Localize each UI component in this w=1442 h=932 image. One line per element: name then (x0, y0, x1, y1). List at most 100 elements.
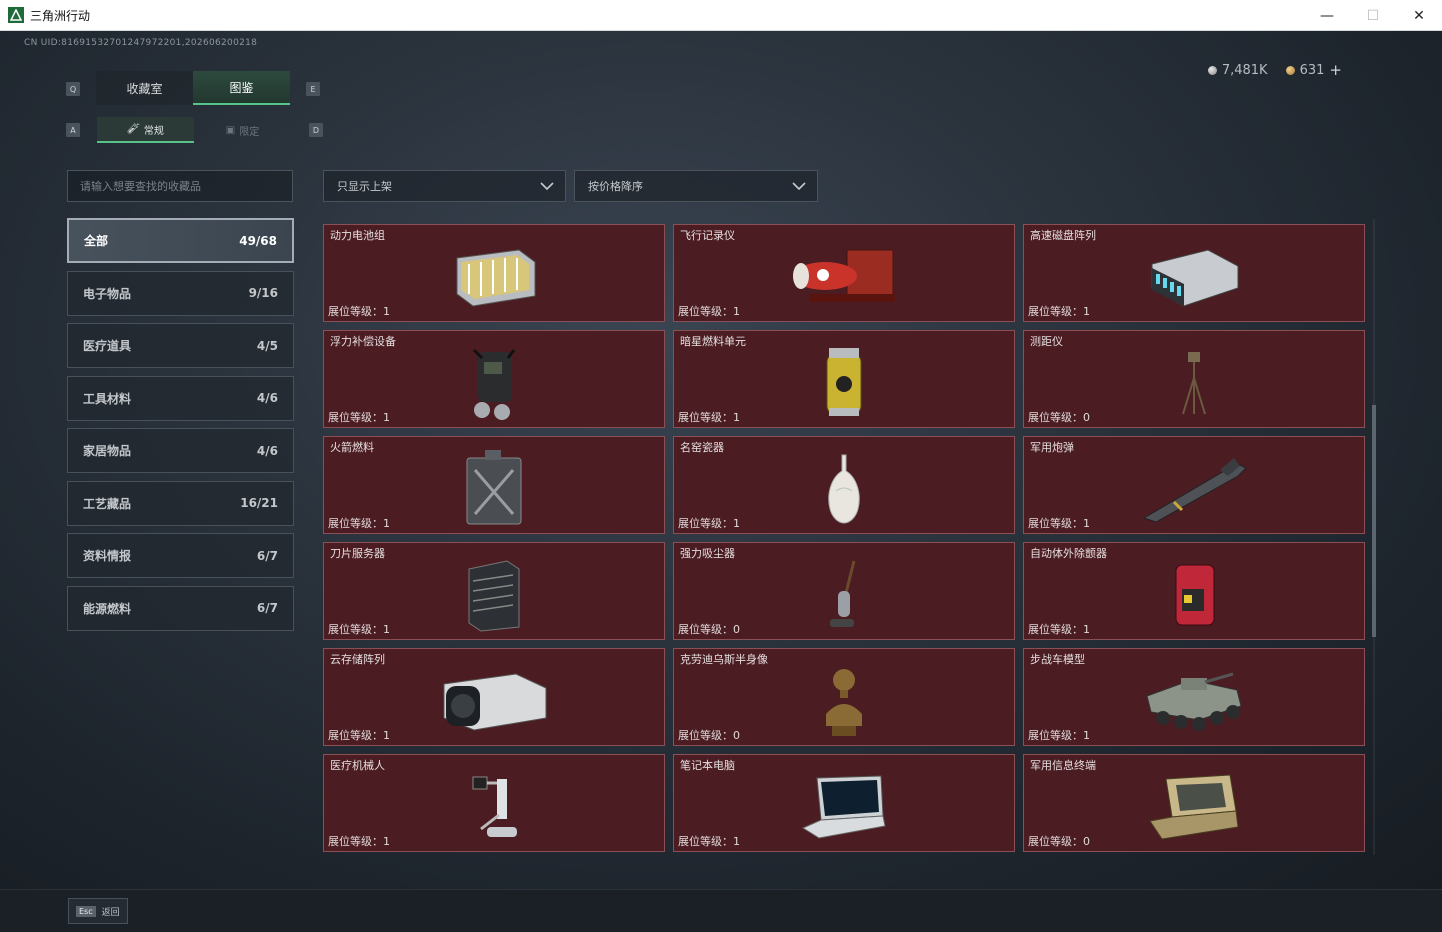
category-count: 49/68 (239, 233, 277, 248)
flask-icon: 🧪︎ (127, 123, 140, 135)
blade-server-icon (434, 555, 554, 635)
booth-level: 展位等级：1 (328, 729, 390, 742)
search-input[interactable]: 请输入想要查找的收藏品 (67, 170, 293, 202)
collectible-name: 火箭燃料 (330, 441, 374, 454)
collectible-card[interactable]: 自动体外除颤器 展位等级：1 (1023, 542, 1365, 640)
close-button[interactable]: ✕ (1396, 0, 1442, 31)
category-household[interactable]: 家居物品 4/6 (67, 428, 294, 473)
category-label: 工艺藏品 (83, 496, 132, 511)
category-label: 能源燃料 (83, 601, 132, 616)
collectible-card[interactable]: 强力吸尘器 展位等级：0 (673, 542, 1015, 640)
image-icon: ▣ (225, 124, 236, 136)
category-all[interactable]: 全部 49/68 (67, 218, 294, 263)
battery-pack-icon (434, 237, 554, 317)
booth-level: 展位等级：1 (328, 835, 390, 848)
category-electronics[interactable]: 电子物品 9/16 (67, 270, 294, 316)
collectible-card[interactable]: 刀片服务器 展位等级：1 (323, 542, 665, 640)
tab-normal[interactable]: 🧪︎ 常规 (97, 117, 194, 143)
collectible-card[interactable]: 动力电池组 展位等级：1 (323, 224, 665, 322)
category-count: 9/16 (248, 286, 278, 300)
chevron-down-icon (792, 182, 806, 191)
minimize-button[interactable]: — (1304, 0, 1350, 31)
category-crafts[interactable]: 工艺藏品 16/21 (67, 480, 294, 526)
collectible-grid: 动力电池组 展位等级：1 飞行记录仪 展位等级：1 高速磁盘阵列 展位等级：1 浮力补偿设备… (323, 224, 1365, 852)
cloud-storage-icon (434, 661, 554, 741)
collectible-card[interactable]: 克劳迪乌斯半身像 展位等级：0 (673, 648, 1015, 746)
category-label: 资料情报 (83, 549, 132, 563)
military-terminal-icon (1134, 767, 1254, 847)
fuel-cell-icon (784, 343, 904, 423)
collectible-name: 动力电池组 (330, 229, 385, 242)
collectible-name: 军用炮弹 (1030, 441, 1074, 454)
vacuum-cleaner-icon (784, 555, 904, 635)
collectible-name: 自动体外除颤器 (1030, 547, 1107, 560)
category-intel[interactable]: 资料情报 6/7 (67, 533, 294, 578)
rangefinder-icon (1134, 343, 1254, 423)
collectible-card[interactable]: 高速磁盘阵列 展位等级：1 (1023, 224, 1365, 322)
gold-coin-icon (1285, 65, 1295, 75)
footer-bar: Esc 返回 (0, 889, 1442, 932)
collectible-name: 克劳迪乌斯半身像 (680, 653, 768, 666)
silver-amount: 7,481K (1221, 62, 1268, 78)
tab-catalog[interactable]: 图鉴 (193, 71, 290, 105)
key-hint-a: A (66, 123, 80, 137)
collectible-name: 名窑瓷器 (680, 441, 724, 454)
collectible-card[interactable]: 测距仪 展位等级：0 (1023, 330, 1365, 428)
category-tools[interactable]: 工具材料 4/6 (67, 375, 294, 421)
category-label: 工具材料 (83, 391, 132, 406)
sort-dropdown[interactable]: 按价格降序 (574, 170, 818, 202)
key-hint-d: D (309, 123, 323, 137)
collectible-card[interactable]: 飞行记录仪 展位等级：1 (673, 224, 1015, 322)
collectible-name: 浮力补偿设备 (330, 335, 396, 348)
window-titlebar: 三角洲行动 — ☐ ✕ (0, 0, 1442, 31)
collectible-card[interactable]: 军用信息终端 展位等级：0 (1023, 754, 1365, 852)
collectible-card[interactable]: 笔记本电脑 展位等级：1 (673, 754, 1015, 852)
collectible-name: 测距仪 (1030, 335, 1063, 348)
tab-collection-room[interactable]: 收藏室 (96, 71, 193, 105)
collectible-card[interactable]: 暗星燃料单元 展位等级：1 (673, 330, 1015, 428)
bust-statue-icon (784, 661, 904, 741)
collectible-name: 步战车模型 (1030, 653, 1085, 666)
booth-level: 展位等级：1 (1028, 623, 1090, 636)
add-currency-button[interactable]: + (1329, 61, 1342, 79)
tab-limited-label: 限定 (239, 126, 260, 138)
collectible-name: 高速磁盘阵列 (1030, 229, 1096, 242)
collectible-card[interactable]: 医疗机械人展位等级：1 (323, 754, 665, 852)
back-label: 返回 (101, 907, 120, 918)
collectible-card[interactable]: 火箭燃料 展位等级：1 (323, 436, 665, 534)
collectible-card[interactable]: 名窑瓷器展位等级：1 (673, 436, 1015, 534)
category-medical[interactable]: 医疗道具 4/5 (67, 323, 294, 368)
collectible-card[interactable]: 步战车模型展位等级：1 (1023, 648, 1365, 746)
category-energy[interactable]: 能源燃料 6/7 (67, 585, 294, 631)
disk-array-icon (1134, 237, 1254, 317)
maximize-button[interactable]: ☐ (1350, 0, 1396, 31)
category-count: 4/6 (256, 443, 278, 458)
booth-level: 展位等级：1 (1028, 729, 1090, 742)
collectible-card[interactable]: 云存储阵列展位等级：1 (323, 648, 665, 746)
sub-tabs: 🧪︎ 常规 ▣ 限定 (97, 117, 291, 143)
collectible-name: 笔记本电脑 (680, 759, 735, 772)
collectible-name: 强力吸尘器 (680, 547, 735, 560)
collectible-name: 云存储阵列 (330, 653, 385, 666)
booth-level: 展位等级：0 (678, 729, 740, 742)
listing-filter-dropdown[interactable]: 只显示上架 (323, 170, 566, 202)
collectible-card[interactable]: 浮力补偿设备 展位等级：1 (323, 330, 665, 428)
collectible-card[interactable]: 军用炮弹 展位等级：1 (1023, 436, 1365, 534)
buoyancy-device-icon (434, 343, 554, 423)
laptop-icon (784, 767, 904, 847)
esc-key-hint: Esc (76, 905, 96, 917)
tab-limited[interactable]: ▣ 限定 (194, 117, 291, 143)
back-button[interactable]: Esc 返回 (68, 898, 128, 924)
booth-level: 展位等级：1 (678, 411, 740, 424)
chevron-down-icon (540, 182, 554, 191)
collectible-name: 医疗机械人 (330, 759, 385, 772)
category-label: 医疗道具 (83, 339, 132, 353)
artillery-shell-icon (1134, 449, 1254, 529)
category-label: 电子物品 (83, 286, 132, 301)
scrollbar-thumb[interactable] (1372, 405, 1376, 637)
silver-currency: 7,481K (1207, 62, 1268, 78)
category-label: 家居物品 (83, 444, 132, 458)
booth-level: 展位等级：1 (678, 517, 740, 530)
category-count: 4/6 (256, 391, 278, 405)
game-viewport: CN UID:81691532701247972201,202606200218… (0, 31, 1442, 889)
